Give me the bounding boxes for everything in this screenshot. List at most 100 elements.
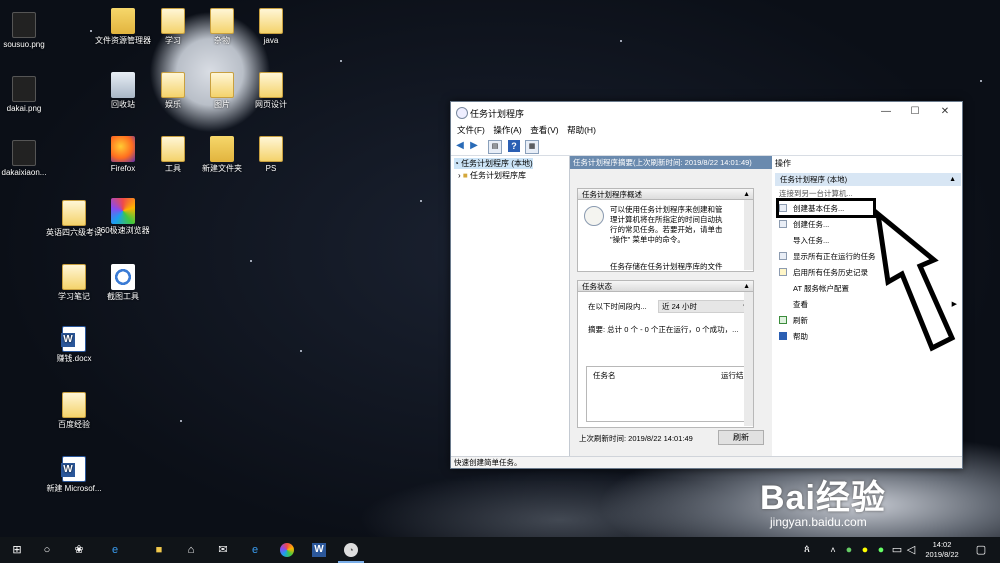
- tree-item-label: 任务计划程序 (本地): [461, 159, 533, 168]
- snipping-tool-icon: [111, 264, 135, 290]
- desktop-icon-baidu-jingyan[interactable]: 百度经验: [44, 392, 104, 429]
- file-explorer-icon[interactable]: ■: [152, 543, 166, 557]
- actions-subheader[interactable]: 任务计划程序 (本地) ▲: [775, 173, 961, 186]
- baidu-jingyan-watermark: Bai经验: [760, 479, 886, 517]
- status-scrollbar[interactable]: [744, 292, 753, 426]
- action-create-task[interactable]: 创建任务...: [779, 218, 829, 231]
- edge-icon[interactable]: e: [248, 543, 262, 557]
- overview-line: 可以使用任务计划程序来创建和管: [610, 205, 723, 214]
- back-arrow-icon[interactable]: ◀: [454, 140, 466, 152]
- status-section-header[interactable]: 任务状态 ▲: [577, 280, 754, 292]
- maximize-button[interactable]: ☐: [900, 104, 930, 120]
- star: [980, 80, 982, 82]
- desktop-icon-snipping-tool[interactable]: 截图工具: [93, 264, 153, 301]
- tree-item-library[interactable]: › ■ 任务计划程序库: [458, 170, 526, 181]
- section-title: 任务状态: [582, 282, 612, 291]
- close-button[interactable]: ✕: [930, 104, 960, 120]
- menu-help[interactable]: 帮助(H): [567, 123, 596, 137]
- desktop-icon-360-browser[interactable]: 360极速浏览器: [93, 198, 153, 235]
- desktop-icon-zhuanqian-docx[interactable]: 赚钱.docx: [44, 326, 104, 363]
- ie-browser-icon[interactable]: e: [108, 543, 122, 557]
- refresh-button[interactable]: 刷新: [718, 430, 764, 445]
- word-app-icon[interactable]: W: [312, 543, 326, 557]
- mail-icon[interactable]: ✉: [216, 543, 230, 557]
- action-pane-icon[interactable]: ▦: [525, 140, 539, 154]
- clock-area[interactable]: 14:02 2019/8/22: [918, 540, 966, 560]
- action-import-task[interactable]: 导入任务...: [779, 234, 829, 247]
- console-tree: ◔ 任务计划程序 (本地) › ■ 任务计划程序库: [452, 156, 570, 456]
- overview-line: "操作" 菜单中的命令。: [610, 235, 685, 244]
- desktop-icon-dakai[interactable]: dakai.png: [0, 76, 54, 113]
- desktop-icon-ps[interactable]: PS: [241, 136, 301, 173]
- tree-item-scheduler-local[interactable]: ◔ 任务计划程序 (本地): [454, 158, 533, 169]
- help-icon[interactable]: ?: [508, 140, 520, 152]
- action-at-service-account[interactable]: AT 服务帐户配置: [779, 282, 849, 295]
- document-icon: [259, 72, 283, 98]
- star: [90, 30, 92, 32]
- desktop-icon-dakaixiaon[interactable]: dakaixiaon...: [0, 140, 54, 177]
- desktop-icon-label: 360极速浏览器: [96, 226, 150, 235]
- desktop-icon-sousuo[interactable]: sousuo.png: [0, 12, 54, 49]
- taskbar: ⊞ ○ ❀ e ■ ⌂ ✉ e W ◔ ጰ ˄ ● ● ● ▭ ◁ 14:02 …: [0, 537, 1000, 563]
- start-windows-icon[interactable]: ⊞: [10, 543, 24, 557]
- clock-icon: ◔: [454, 159, 462, 168]
- desktop-icon-web-design[interactable]: 网页设计: [241, 72, 301, 109]
- document-icon: [62, 264, 86, 290]
- star: [300, 350, 302, 352]
- clock-icon: [456, 107, 468, 119]
- menu-action[interactable]: 操作(A): [493, 123, 521, 137]
- desktop-icon-label: java: [263, 36, 279, 45]
- star: [250, 260, 252, 262]
- action-enable-history[interactable]: 启用所有任务历史记录: [779, 266, 868, 279]
- chevron-up-icon[interactable]: ˄: [826, 543, 840, 557]
- forward-arrow-icon[interactable]: ▶: [468, 140, 480, 152]
- action-label: AT 服务帐户配置: [793, 284, 849, 293]
- notification-icon[interactable]: ▢: [974, 543, 988, 557]
- actions-subheader-label: 任务计划程序 (本地): [780, 175, 848, 184]
- star: [420, 200, 422, 202]
- action-label: 启用所有任务历史记录: [793, 268, 868, 277]
- column-header-task-name[interactable]: 任务名: [593, 371, 616, 381]
- menu-bar: 文件(F) 操作(A) 查看(V) 帮助(H): [451, 123, 962, 137]
- window-titlebar[interactable]: 任务计划程序 — ☐ ✕: [451, 102, 962, 122]
- overview-section-body: 可以使用任务计划程序来创建和管 理计算机将在所指定的时间自动执 行的常见任务。若…: [577, 200, 754, 272]
- task-scheduler-app-icon[interactable]: ◔: [344, 543, 358, 557]
- console-tree-icon[interactable]: ▤: [488, 140, 502, 154]
- overview-line: 行的常见任务。若要开始，请单击: [610, 225, 723, 234]
- store-icon[interactable]: ⌂: [184, 543, 198, 557]
- running-tasks-icon: [779, 252, 787, 260]
- desktop-icon-java[interactable]: java: [241, 8, 301, 45]
- volume-icon[interactable]: ◁: [904, 543, 918, 557]
- action-refresh[interactable]: 刷新: [779, 314, 808, 327]
- browser-360-icon[interactable]: [280, 543, 294, 557]
- people-icon[interactable]: ጰ: [800, 543, 814, 557]
- desktop-icon-label: sousuo.png: [3, 40, 45, 49]
- tray-app-icon[interactable]: ●: [842, 543, 856, 557]
- task-view-icon[interactable]: ❀: [72, 543, 86, 557]
- desktop-icon-label: 截图工具: [107, 292, 139, 301]
- menu-file[interactable]: 文件(F): [457, 123, 485, 137]
- recycle-bin-icon: [111, 72, 135, 98]
- overview-section-header[interactable]: 任务计划程序概述 ▲: [577, 188, 754, 200]
- overview-scrollbar[interactable]: [744, 200, 753, 270]
- file-explorer-icon: [111, 8, 135, 34]
- document-icon: [259, 136, 283, 162]
- window-title: 任务计划程序: [470, 109, 525, 119]
- history-icon: [779, 268, 787, 276]
- document-icon: [161, 8, 185, 34]
- network-icon[interactable]: ▭: [890, 543, 904, 557]
- action-show-running-tasks[interactable]: 显示所有正在运行的任务: [779, 250, 876, 263]
- tray-app-icon[interactable]: ●: [874, 543, 888, 557]
- summary-pane: 任务计划程序摘要(上次刷新时间: 2019/8/22 14:01:49) 任务计…: [570, 156, 772, 456]
- task-status-table[interactable]: 任务名 运行结果: [586, 366, 753, 422]
- action-help[interactable]: 帮助: [779, 330, 808, 343]
- status-period-select[interactable]: 近 24 小时 ▼: [658, 300, 752, 313]
- taskbar-time: 14:02: [932, 540, 952, 549]
- minimize-button[interactable]: —: [871, 104, 901, 120]
- menu-view[interactable]: 查看(V): [530, 123, 558, 137]
- search-icon[interactable]: ○: [40, 543, 54, 557]
- desktop-icon-new-word[interactable]: 新建 Microsof...: [44, 456, 104, 493]
- tray-app-icon[interactable]: ●: [858, 543, 872, 557]
- summary-header: 任务计划程序摘要(上次刷新时间: 2019/8/22 14:01:49): [570, 156, 772, 169]
- firefox-icon: [111, 136, 135, 162]
